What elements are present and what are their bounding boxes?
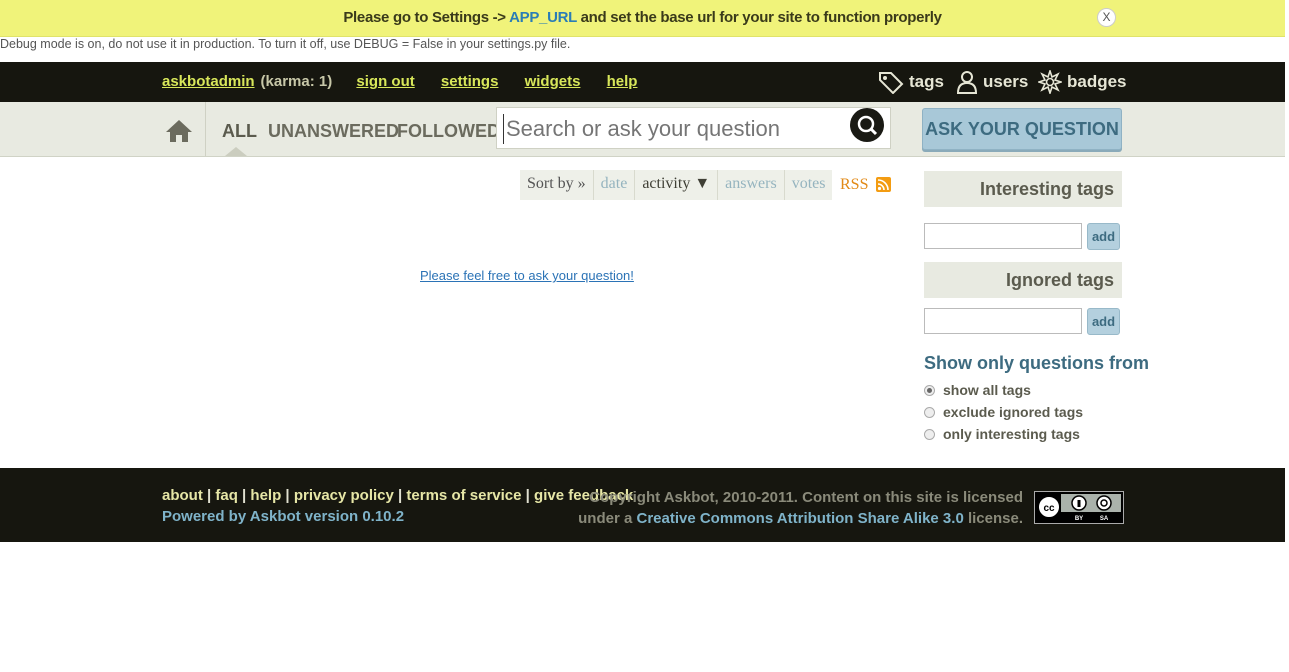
license-suffix: license. (963, 510, 1023, 527)
radio-exclude-ignored-tags[interactable]: exclude ignored tags (924, 404, 1083, 420)
nav-tags[interactable]: tags (878, 68, 944, 96)
show-only-title: Show only questions from (924, 353, 1150, 373)
cc-license-badge[interactable]: cc BY SA (1034, 491, 1124, 524)
powered-by-link[interactable]: Powered by Askbot version 0.10.2 (162, 508, 404, 525)
radio-label: only interesting tags (943, 426, 1080, 442)
karma-label: (karma: 1) (260, 73, 333, 90)
notification-prefix: Please go to Settings -> (343, 9, 510, 26)
footer-faq-link[interactable]: faq (215, 487, 238, 504)
license-prefix: under a (578, 510, 637, 527)
ignored-tags-header: Ignored tags (924, 262, 1122, 298)
sign-out-link[interactable]: sign out (356, 73, 414, 90)
nav-users[interactable]: users (956, 68, 1028, 96)
sort-answers-button[interactable]: answers (718, 170, 785, 200)
radio-button[interactable] (924, 406, 935, 418)
nav-badges[interactable]: badges (1038, 68, 1127, 96)
radio-button[interactable] (924, 428, 935, 440)
ask-question-button[interactable]: ASK YOUR QUESTION (922, 108, 1122, 150)
interesting-tags-title: Interesting tags (979, 179, 1114, 199)
rss-icon[interactable] (876, 177, 891, 192)
cc-by-label: BY (1075, 516, 1083, 522)
radio-only-interesting-tags[interactable]: only interesting tags (924, 426, 1080, 442)
active-scope-indicator (225, 147, 247, 156)
notification-suffix: and set the base url for your site to fu… (576, 9, 942, 26)
sort-label: Sort by » (520, 170, 594, 200)
username-link[interactable]: askbotadmin (162, 73, 255, 90)
badge-icon (1038, 70, 1062, 94)
user-nav: askbotadmin (karma: 1) sign out settings … (162, 73, 659, 90)
add-ignored-tag-button[interactable]: add (1087, 308, 1120, 335)
user-icon (956, 71, 978, 94)
license-link[interactable]: Creative Commons Attribution Share Alike… (636, 510, 963, 527)
top-header: askbotadmin (karma: 1) sign out settings … (0, 62, 1285, 102)
footer-about-link[interactable]: about (162, 487, 203, 504)
search-button[interactable] (850, 108, 884, 142)
help-link[interactable]: help (607, 73, 638, 90)
radio-button-selected[interactable] (924, 384, 935, 396)
sort-bar: Sort by » date activity ▼ answers votes (520, 170, 833, 200)
ask-question-link[interactable]: Please feel free to ask your question! (420, 268, 634, 283)
footer-links: about | faq | help | privacy policy | te… (162, 487, 634, 504)
interesting-tags-header: Interesting tags (924, 171, 1122, 207)
footer-help-link[interactable]: help (250, 487, 281, 504)
rss-link[interactable]: RSS (840, 176, 868, 194)
search-icon (857, 115, 878, 136)
cc-sa-label: SA (1100, 516, 1109, 522)
debug-notice: Debug mode is on, do not use it in produ… (0, 37, 571, 51)
radio-show-all-tags[interactable]: show all tags (924, 382, 1031, 398)
nav-users-label: users (983, 72, 1029, 91)
license-line: under a Creative Commons Attribution Sha… (578, 508, 1023, 529)
sort-date-button[interactable]: date (594, 170, 636, 200)
search-input[interactable] (503, 114, 838, 144)
nav-badges-label: badges (1067, 72, 1127, 91)
radio-label: show all tags (943, 382, 1031, 398)
scope-followed-tab[interactable]: FOLLOWED (397, 121, 500, 142)
settings-link[interactable]: settings (441, 73, 499, 90)
scope-unanswered-tab[interactable]: UNANSWERED (268, 121, 399, 142)
notification-message: Please go to Settings -> APP_URL and set… (0, 9, 1285, 26)
ignored-tags-title: Ignored tags (1005, 270, 1114, 290)
copyright-notice: Copyright Askbot, 2010-2011. Content on … (578, 487, 1023, 529)
scope-divider (205, 102, 206, 156)
ignored-tag-input[interactable] (924, 308, 1082, 334)
widgets-link[interactable]: widgets (525, 73, 581, 90)
interesting-tag-input[interactable] (924, 223, 1082, 249)
home-icon[interactable] (162, 116, 196, 146)
search-box (496, 107, 891, 149)
footer-privacy-link[interactable]: privacy policy (294, 487, 394, 504)
radio-label: exclude ignored tags (943, 404, 1084, 420)
add-interesting-tag-button[interactable]: add (1087, 223, 1120, 250)
nav-tags-label: tags (909, 72, 944, 91)
sort-votes-button[interactable]: votes (785, 170, 833, 200)
footer-terms-link[interactable]: terms of service (406, 487, 521, 504)
notification-bar: Please go to Settings -> APP_URL and set… (0, 0, 1285, 37)
close-notification-button[interactable]: X (1097, 8, 1116, 27)
scope-all-tab[interactable]: ALL (222, 121, 257, 142)
app-url-link[interactable]: APP_URL (509, 9, 577, 26)
tag-icon (879, 72, 904, 94)
svg-text:cc: cc (1043, 503, 1055, 514)
copyright-line: Copyright Askbot, 2010-2011. Content on … (589, 489, 1023, 506)
sort-activity-button[interactable]: activity ▼ (635, 170, 719, 200)
